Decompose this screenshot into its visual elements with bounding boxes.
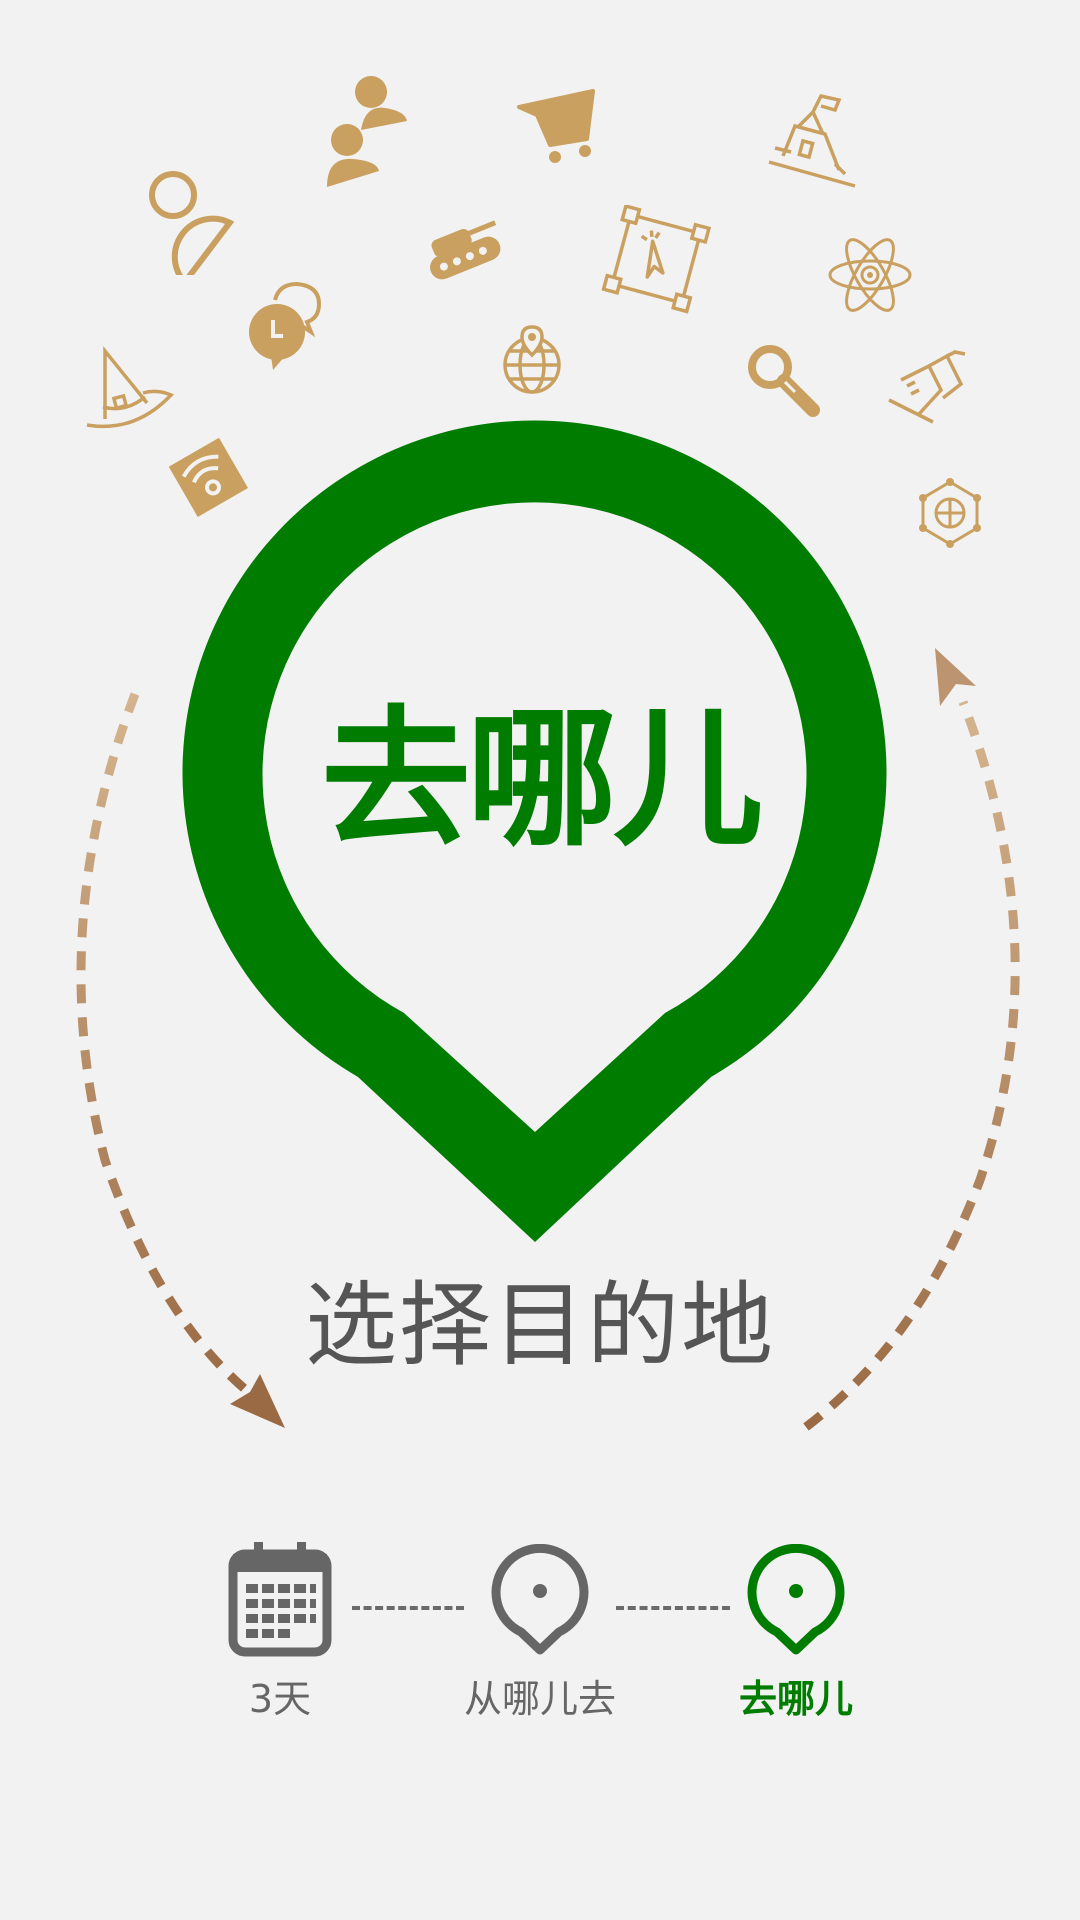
page-subtitle: 选择目的地 (304, 1272, 775, 1379)
destination-pin-graphic (182, 420, 887, 1242)
step-label-destination: 去哪儿 (738, 1677, 853, 1721)
step-connector-1 (352, 1606, 464, 1610)
step-label-origin: 从哪儿去 (463, 1677, 616, 1721)
destination-title: 去哪儿 (320, 693, 763, 867)
step-label-duration: 3天 (248, 1677, 312, 1721)
step-connector-2 (616, 1606, 730, 1610)
location-pin-icon (747, 1544, 845, 1655)
location-pin-icon (491, 1544, 589, 1655)
calendar-icon (228, 1542, 332, 1657)
